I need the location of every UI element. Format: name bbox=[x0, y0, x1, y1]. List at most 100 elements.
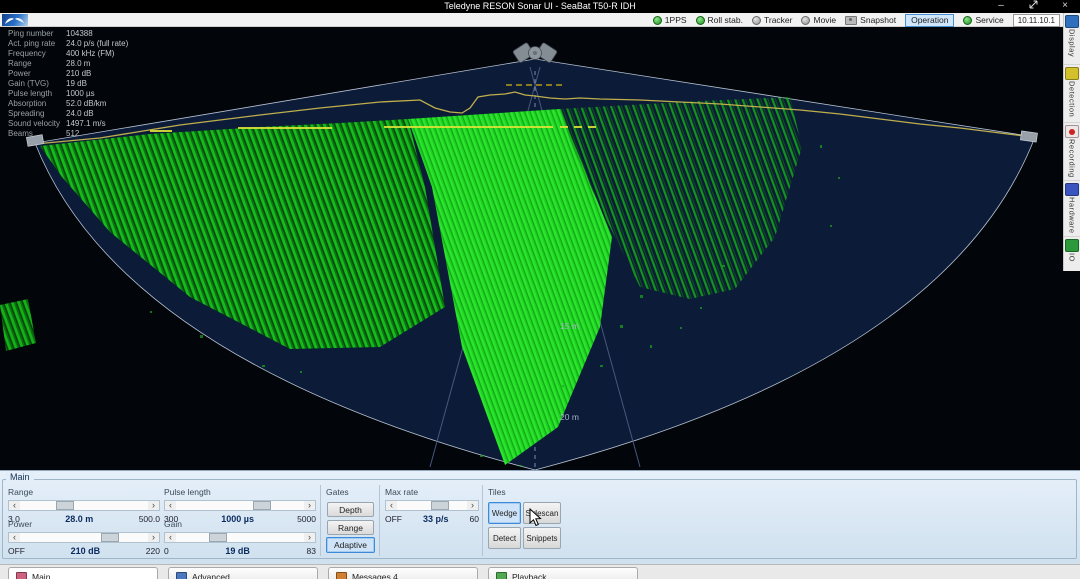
tiles-snippets-button[interactable]: Snippets bbox=[523, 527, 561, 549]
slider-left-arrow[interactable]: ‹ bbox=[9, 501, 20, 510]
tracker-led-icon bbox=[752, 16, 761, 25]
param-value: 24.0 p/s (full rate) bbox=[66, 39, 128, 49]
tab-io[interactable]: IO bbox=[1064, 239, 1080, 279]
bottom-tab-bar: Main Advanced Messages 4 Playback bbox=[0, 564, 1080, 579]
maximize-button[interactable] bbox=[1018, 0, 1048, 13]
tab-hardware[interactable]: Hardware bbox=[1064, 183, 1080, 237]
tiles-label: Tiles bbox=[488, 487, 564, 497]
1pps-led-icon bbox=[653, 16, 662, 25]
movie-led-icon bbox=[801, 16, 810, 25]
main-tab-icon bbox=[16, 572, 27, 579]
window-title: Teledyne RESON Sonar UI - SeaBat T50-R I… bbox=[0, 1, 1080, 11]
max-rate-label: Max rate bbox=[385, 487, 479, 497]
messages-tab-icon bbox=[336, 572, 347, 579]
detection-icon bbox=[1065, 67, 1079, 80]
roll-stab-led-icon bbox=[696, 16, 705, 25]
wedge-graphic bbox=[0, 27, 1080, 470]
slider-right-arrow[interactable]: › bbox=[304, 501, 315, 510]
sonar-wedge-display[interactable]: Ping number104388 Act. ping rate24.0 p/s… bbox=[0, 27, 1080, 470]
slider-thumb[interactable] bbox=[253, 501, 271, 510]
gates-range-button[interactable]: Range bbox=[327, 520, 374, 535]
camera-icon bbox=[845, 16, 857, 25]
slider-track[interactable] bbox=[20, 533, 148, 542]
param-row: Act. ping rate24.0 p/s (full rate) bbox=[8, 39, 128, 49]
slider-thumb[interactable] bbox=[209, 533, 227, 542]
hardware-icon bbox=[1065, 183, 1079, 196]
param-label: Ping number bbox=[8, 29, 66, 39]
bottom-tab-playback[interactable]: Playback bbox=[488, 567, 638, 579]
slider-thumb[interactable] bbox=[56, 501, 74, 510]
depth-mark-15m: 15 m bbox=[560, 321, 579, 331]
bottom-tab-messages[interactable]: Messages 4 bbox=[328, 567, 478, 579]
indicator-movie: Movie bbox=[801, 15, 836, 25]
param-row: Power210 dB bbox=[8, 69, 128, 79]
param-label: Beams bbox=[8, 129, 66, 139]
param-value: 52.0 dB/km bbox=[66, 99, 106, 109]
param-label: Gain (TVG) bbox=[8, 79, 66, 89]
indicator-tracker: Tracker bbox=[752, 15, 793, 25]
param-value: 28.0 m bbox=[66, 59, 90, 69]
slider-thumb[interactable] bbox=[101, 533, 119, 542]
service-led-icon bbox=[963, 16, 972, 25]
slider-left-arrow[interactable]: ‹ bbox=[165, 533, 176, 542]
param-value: 24.0 dB bbox=[66, 109, 94, 119]
param-value: 1000 µs bbox=[66, 89, 95, 99]
toolbar: 1PPS Roll stab. Tracker Movie Snapshot O… bbox=[0, 13, 1080, 27]
param-value: 1497.1 m/s bbox=[66, 119, 106, 129]
operation-mode-button[interactable]: Operation bbox=[905, 14, 954, 27]
param-value: 19 dB bbox=[66, 79, 87, 89]
slider-right-arrow[interactable]: › bbox=[148, 501, 159, 510]
bottom-tab-main[interactable]: Main bbox=[8, 567, 158, 579]
slider-track[interactable] bbox=[397, 501, 467, 510]
slider-left-arrow[interactable]: ‹ bbox=[386, 501, 397, 510]
status-cluster: 1PPS Roll stab. Tracker Movie Snapshot O… bbox=[653, 13, 1060, 27]
gain-max: 83 bbox=[307, 546, 316, 556]
gain-slider[interactable]: ‹ › bbox=[164, 532, 316, 543]
diagonal-resize-icon bbox=[1029, 0, 1038, 9]
param-label: Act. ping rate bbox=[8, 39, 66, 49]
close-button[interactable]: × bbox=[1050, 0, 1080, 13]
snapshot-button[interactable]: Snapshot bbox=[845, 15, 896, 25]
slider-left-arrow[interactable]: ‹ bbox=[165, 501, 176, 510]
param-row: Range28.0 m bbox=[8, 59, 128, 69]
slider-right-arrow[interactable]: › bbox=[304, 533, 315, 542]
indicator-1pps: 1PPS bbox=[653, 15, 687, 25]
tiles-detect-button[interactable]: Detect bbox=[488, 527, 521, 549]
slider-track[interactable] bbox=[176, 501, 304, 510]
slider-right-arrow[interactable]: › bbox=[148, 533, 159, 542]
slider-track[interactable] bbox=[176, 533, 304, 542]
bottom-tab-advanced[interactable]: Advanced bbox=[168, 567, 318, 579]
gain-value: 19 dB bbox=[225, 546, 250, 556]
param-value: 210 dB bbox=[66, 69, 91, 79]
gates-adaptive-button[interactable]: Adaptive bbox=[326, 537, 375, 553]
gain-min: 0 bbox=[164, 546, 169, 556]
app-window: Teledyne RESON Sonar UI - SeaBat T50-R I… bbox=[0, 0, 1080, 579]
gates-group: Gates Depth Range Adaptive bbox=[326, 487, 376, 557]
tab-display[interactable]: Display bbox=[1064, 15, 1080, 65]
tab-recording[interactable]: Recording bbox=[1064, 125, 1080, 181]
slider-thumb[interactable] bbox=[431, 501, 449, 510]
tab-detection[interactable]: Detection bbox=[1064, 67, 1080, 123]
depth-mark-20m: 20 m bbox=[560, 412, 579, 422]
range-slider[interactable]: ‹ › bbox=[8, 500, 160, 511]
slider-right-arrow[interactable]: › bbox=[467, 501, 478, 510]
minimize-button[interactable]: – bbox=[986, 0, 1016, 13]
power-max: 220 bbox=[146, 546, 160, 556]
max-rate-max: 60 bbox=[470, 514, 479, 524]
max-rate-control: Max rate ‹ › OFF 33 p/s 60 bbox=[385, 487, 479, 524]
max-rate-slider[interactable]: ‹ › bbox=[385, 500, 479, 511]
pulse-length-slider[interactable]: ‹ › bbox=[164, 500, 316, 511]
param-label: Range bbox=[8, 59, 66, 69]
slider-left-arrow[interactable]: ‹ bbox=[9, 533, 20, 542]
power-value: 210 dB bbox=[71, 546, 101, 556]
tiles-wedge-button[interactable]: Wedge bbox=[488, 502, 521, 524]
param-value: 512 bbox=[66, 129, 79, 139]
section-divider bbox=[320, 485, 321, 556]
indicator-service: Service bbox=[963, 15, 1003, 25]
gates-depth-button[interactable]: Depth bbox=[327, 502, 374, 517]
slider-track[interactable] bbox=[20, 501, 148, 510]
sonar-ip-address[interactable]: 10.11.10.1 bbox=[1013, 14, 1060, 27]
section-divider bbox=[482, 485, 483, 556]
power-slider[interactable]: ‹ › bbox=[8, 532, 160, 543]
power-label: Power bbox=[8, 519, 160, 529]
